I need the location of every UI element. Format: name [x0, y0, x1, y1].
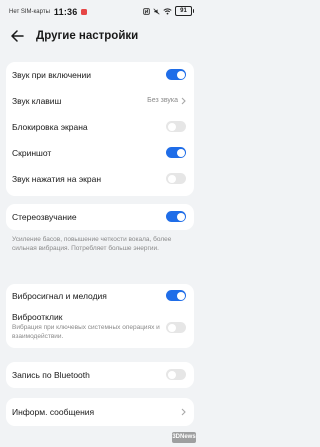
row-vibro-click[interactable]: Виброотклик Вибрация при ключевых систем…	[6, 308, 194, 348]
stereo-toggle[interactable]	[166, 211, 186, 222]
mute-icon	[153, 7, 160, 15]
settings-card-stereo: Стереозвучание	[6, 204, 194, 230]
status-bar: Нет SIM-карты 11:36 91	[0, 0, 200, 22]
screenshot-label: Скриншот	[12, 148, 52, 158]
bluetooth-record-toggle[interactable]	[166, 369, 186, 380]
row-info-messages[interactable]: Информ. сообщения	[6, 398, 194, 426]
nfc-icon	[143, 7, 150, 15]
screenshot-toggle[interactable]	[166, 147, 186, 158]
screen-lock-toggle[interactable]	[166, 121, 186, 132]
row-touch-sound[interactable]: Звук нажатия на экран	[6, 166, 194, 194]
battery-icon: 91	[175, 6, 194, 16]
settings-card-vibration: Вибросигнал и мелодия Виброотклик Вибрац…	[6, 284, 194, 348]
row-startup-sound[interactable]: Звук при включении	[6, 62, 194, 88]
vibro-click-label: Виброотклик	[12, 312, 63, 322]
touch-sound-toggle[interactable]	[166, 173, 186, 184]
battery-level: 91	[180, 8, 187, 14]
startup-sound-label: Звук при включении	[12, 70, 92, 80]
info-messages-label: Информ. сообщения	[12, 407, 95, 417]
stereo-note: Усиление басов, повышение четкости вокал…	[12, 236, 172, 252]
vibro-click-description: Вибрация при ключевых системных операция…	[12, 324, 160, 340]
carrier-text: Нет SIM-карты	[9, 9, 50, 15]
row-vibro-ringtone[interactable]: Вибросигнал и мелодия	[6, 284, 194, 308]
vibro-ringtone-toggle[interactable]	[166, 290, 186, 301]
touch-sound-label: Звук нажатия на экран	[12, 174, 102, 184]
vibro-click-toggle[interactable]	[166, 322, 186, 333]
key-sound-value: Без звука	[147, 97, 178, 104]
clock: 11:36	[53, 7, 78, 17]
chevron-right-icon	[181, 408, 186, 416]
row-screenshot[interactable]: Скриншот	[6, 140, 194, 166]
page-header: Другие настройки	[0, 22, 200, 52]
screen-lock-label: Блокировка экрана	[12, 122, 88, 132]
settings-card-sounds: Звук при включении Звук клавиш Без звука…	[6, 62, 194, 196]
chevron-right-icon	[181, 97, 186, 105]
wifi-icon	[163, 7, 172, 14]
stereo-label: Стереозвучание	[12, 212, 77, 222]
startup-sound-toggle[interactable]	[166, 69, 186, 80]
bluetooth-record-label: Запись по Bluetooth	[12, 370, 90, 380]
key-sound-label: Звук клавиш	[12, 96, 62, 106]
vibro-ringtone-label: Вибросигнал и мелодия	[12, 291, 107, 301]
row-key-sound[interactable]: Звук клавиш Без звука	[6, 88, 194, 114]
settings-card-bluetooth: Запись по Bluetooth	[6, 362, 194, 388]
watermark-logo: 3DNews	[172, 432, 196, 443]
row-screen-lock[interactable]: Блокировка экрана	[6, 114, 194, 140]
row-stereo[interactable]: Стереозвучание	[6, 204, 194, 230]
notification-icon	[81, 9, 88, 15]
back-arrow-icon[interactable]	[11, 30, 24, 42]
row-bluetooth-record[interactable]: Запись по Bluetooth	[6, 362, 194, 388]
settings-card-info: Информ. сообщения	[6, 398, 194, 426]
page-title: Другие настройки	[36, 30, 139, 42]
